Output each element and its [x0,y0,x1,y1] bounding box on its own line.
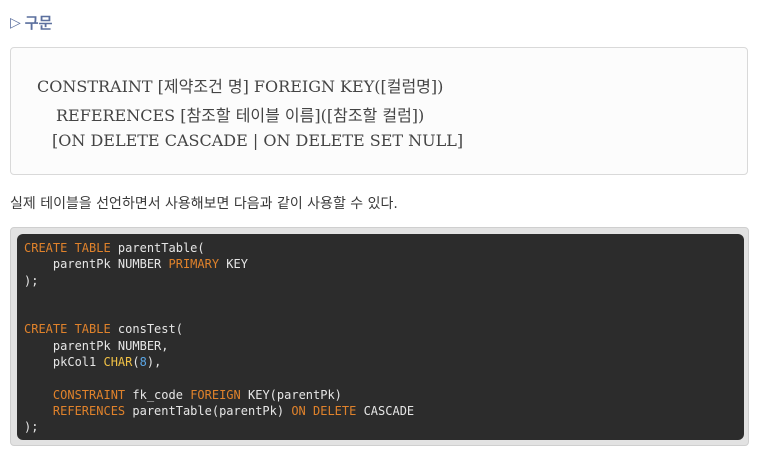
section-heading: ▷ 구문 [10,12,52,33]
code-token: parentTable( [110,241,205,255]
code-line: parentPk NUMBER PRIMARY KEY [24,256,737,272]
code-token: fk_code [125,387,191,402]
triangle-right-icon: ▷ [10,14,21,31]
code-token: KEY(parentPk) [240,387,342,402]
section-heading-text: 구문 [24,14,53,32]
code-token: 8 [139,355,147,370]
code-line: parentPk NUMBER, [24,338,737,354]
code-line: CONSTRAINT fk_code FOREIGN KEY(parentPk) [24,387,737,403]
code-token: CASCADE [356,403,415,418]
code-token: KEY [219,257,248,272]
code-token: ), [146,355,162,370]
code-block: CREATE TABLE parentTable( parentPk NUMBE… [17,234,744,440]
code-token: FOREIGN [190,387,241,402]
code-line: ); [24,419,737,435]
syntax-box: CONSTRAINT [제약조건 명] FOREIGN KEY([컬럼명]) R… [10,47,748,175]
code-block-frame: CREATE TABLE parentTable( parentPk NUMBE… [10,227,749,446]
code-token: ( [132,355,140,370]
code-token: consTest( [110,322,183,337]
code-token: CREATE TABLE [24,241,111,255]
syntax-line-on-delete: [ON DELETE CASCADE | ON DELETE SET NULL] [52,131,464,150]
code-token: CONSTRAINT [52,387,126,402]
code-line: pkCol1 CHAR(8), [24,354,737,370]
syntax-line-constraint: CONSTRAINT [제약조건 명] FOREIGN KEY([컬럼명]) [37,77,444,96]
code-token: parentPk NUMBER [24,257,169,272]
code-line: CREATE TABLE parentTable( [24,240,737,256]
code-token: ); [24,420,39,435]
code-token: parentPk NUMBER, [24,338,169,353]
code-token: CHAR [103,355,133,370]
code-token: CREATE TABLE [24,322,111,337]
description-text: 실제 테이블을 선언하면서 사용해보면 다음과 같이 사용할 수 있다. [10,196,398,212]
code-line: CREATE TABLE consTest( [24,321,737,337]
code-token: PRIMARY [168,257,220,272]
code-line: ); [24,273,737,289]
code-token: parentTable(parentPk) [125,403,292,418]
syntax-line-references: REFERENCES [참조할 테이블 이름]([참조할 컬럼]) [56,106,425,125]
code-token: pkCol1 [24,355,104,370]
code-token: REFERENCES [52,403,126,418]
code-line: REFERENCES parentTable(parentPk) ON DELE… [24,403,737,419]
code-token: ON DELETE [291,403,357,418]
code-token: ); [24,273,39,288]
